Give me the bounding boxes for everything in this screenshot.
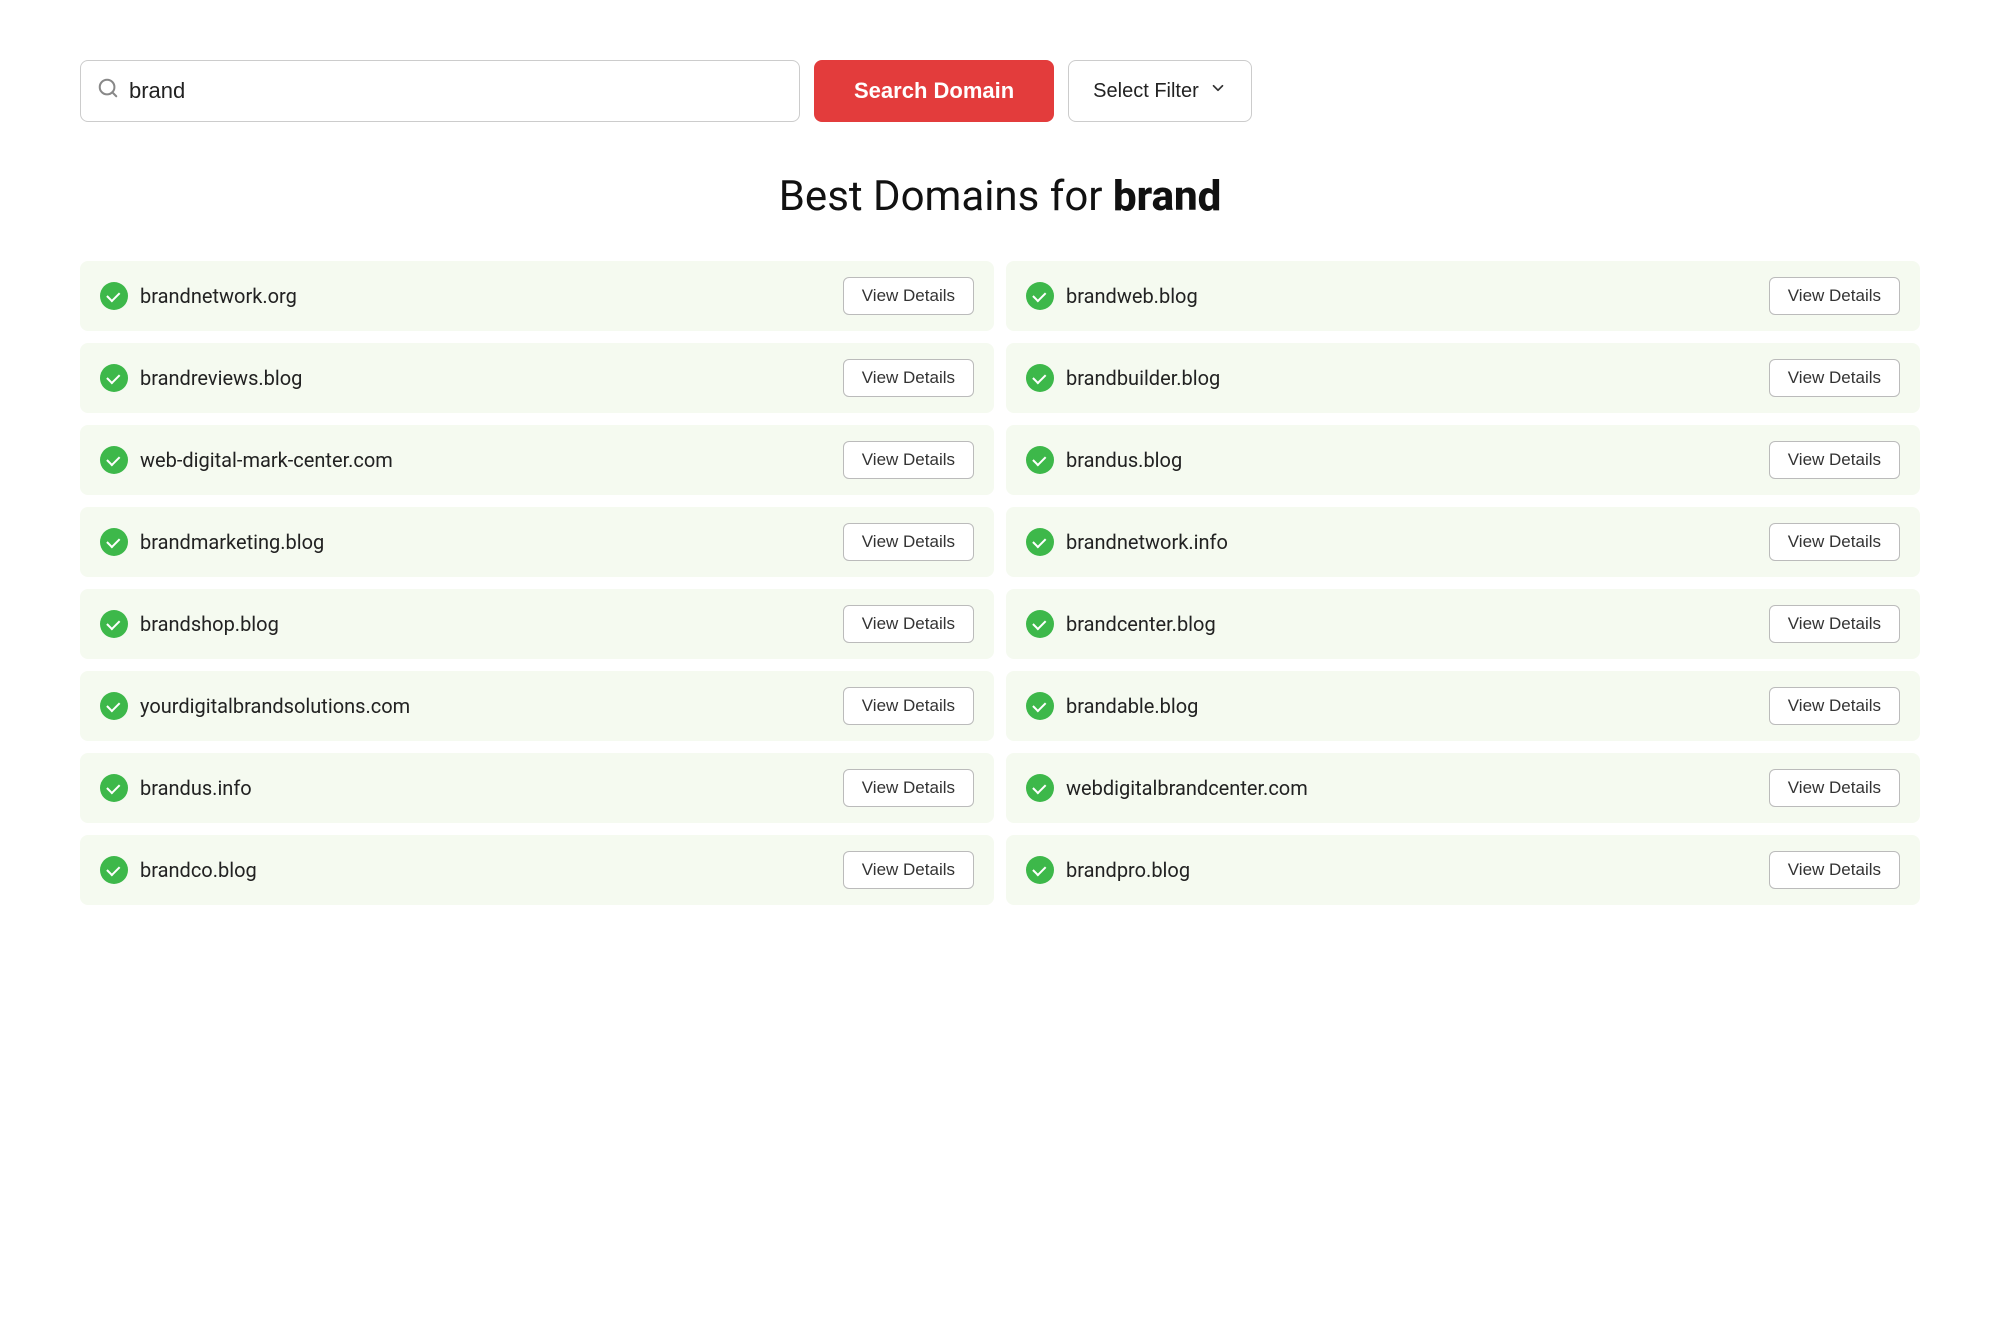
available-icon (100, 528, 128, 556)
view-details-button[interactable]: View Details (843, 359, 974, 397)
domain-name: brandable.blog (1066, 694, 1198, 718)
domain-left: brandnetwork.org (100, 282, 297, 310)
domain-name: brandreviews.blog (140, 366, 302, 390)
view-details-button[interactable]: View Details (843, 277, 974, 315)
available-icon (100, 774, 128, 802)
domain-row: brandbuilder.blog View Details (1006, 343, 1920, 413)
domain-name: brandweb.blog (1066, 284, 1198, 308)
domain-name: brandpro.blog (1066, 858, 1190, 882)
available-icon (100, 446, 128, 474)
domain-row: brandnetwork.org View Details (80, 261, 994, 331)
domain-row: brandco.blog View Details (80, 835, 994, 905)
available-icon (1026, 610, 1054, 638)
domain-name: yourdigitalbrandsolutions.com (140, 694, 410, 718)
view-details-button[interactable]: View Details (843, 523, 974, 561)
domain-grid: brandnetwork.org View Details brandweb.b… (80, 261, 1920, 905)
domain-left: brandbuilder.blog (1026, 364, 1220, 392)
available-icon (1026, 692, 1054, 720)
domain-name: brandmarketing.blog (140, 530, 324, 554)
search-icon (97, 77, 119, 105)
available-icon (100, 364, 128, 392)
view-details-button[interactable]: View Details (1769, 277, 1900, 315)
domain-name: brandus.blog (1066, 448, 1182, 472)
available-icon (1026, 528, 1054, 556)
available-icon (1026, 282, 1054, 310)
view-details-button[interactable]: View Details (1769, 687, 1900, 725)
available-icon (100, 282, 128, 310)
view-details-button[interactable]: View Details (843, 687, 974, 725)
view-details-button[interactable]: View Details (843, 769, 974, 807)
domain-left: brandable.blog (1026, 692, 1198, 720)
domain-name: brandnetwork.info (1066, 530, 1228, 554)
domain-row: brandweb.blog View Details (1006, 261, 1920, 331)
domain-left: yourdigitalbrandsolutions.com (100, 692, 410, 720)
domain-name: brandbuilder.blog (1066, 366, 1220, 390)
view-details-button[interactable]: View Details (843, 851, 974, 889)
filter-label: Select Filter (1093, 80, 1199, 103)
domain-row: brandus.blog View Details (1006, 425, 1920, 495)
domain-left: brandpro.blog (1026, 856, 1190, 884)
domain-row: brandable.blog View Details (1006, 671, 1920, 741)
domain-left: brandshop.blog (100, 610, 279, 638)
available-icon (100, 856, 128, 884)
search-bar: Search Domain Select Filter (80, 60, 1920, 122)
domain-left: brandmarketing.blog (100, 528, 324, 556)
available-icon (100, 610, 128, 638)
domain-name: brandnetwork.org (140, 284, 297, 308)
available-icon (100, 692, 128, 720)
domain-left: brandnetwork.info (1026, 528, 1228, 556)
domain-row: brandmarketing.blog View Details (80, 507, 994, 577)
domain-left: webdigitalbrandcenter.com (1026, 774, 1308, 802)
domain-left: brandcenter.blog (1026, 610, 1216, 638)
domain-name: brandus.info (140, 776, 252, 800)
domain-row: brandcenter.blog View Details (1006, 589, 1920, 659)
domain-name: brandcenter.blog (1066, 612, 1216, 636)
search-input[interactable] (129, 78, 783, 104)
view-details-button[interactable]: View Details (1769, 441, 1900, 479)
search-domain-button[interactable]: Search Domain (814, 60, 1054, 122)
domain-left: brandweb.blog (1026, 282, 1198, 310)
page-title: Best Domains for brand (80, 172, 1920, 221)
domain-name: webdigitalbrandcenter.com (1066, 776, 1308, 800)
domain-row: brandpro.blog View Details (1006, 835, 1920, 905)
domain-row: brandus.info View Details (80, 753, 994, 823)
domain-row: webdigitalbrandcenter.com View Details (1006, 753, 1920, 823)
domain-left: brandreviews.blog (100, 364, 302, 392)
domain-left: web-digital-mark-center.com (100, 446, 393, 474)
view-details-button[interactable]: View Details (1769, 523, 1900, 561)
domain-left: brandco.blog (100, 856, 257, 884)
select-filter-button[interactable]: Select Filter (1068, 60, 1252, 122)
domain-row: web-digital-mark-center.com View Details (80, 425, 994, 495)
chevron-down-icon (1209, 79, 1227, 103)
view-details-button[interactable]: View Details (1769, 359, 1900, 397)
available-icon (1026, 364, 1054, 392)
view-details-button[interactable]: View Details (1769, 605, 1900, 643)
view-details-button[interactable]: View Details (1769, 851, 1900, 889)
available-icon (1026, 856, 1054, 884)
domain-name: brandco.blog (140, 858, 257, 882)
domain-name: web-digital-mark-center.com (140, 448, 393, 472)
domain-row: brandnetwork.info View Details (1006, 507, 1920, 577)
domain-row: brandreviews.blog View Details (80, 343, 994, 413)
domain-name: brandshop.blog (140, 612, 279, 636)
search-input-wrapper (80, 60, 800, 122)
domain-row: yourdigitalbrandsolutions.com View Detai… (80, 671, 994, 741)
domain-row: brandshop.blog View Details (80, 589, 994, 659)
view-details-button[interactable]: View Details (843, 605, 974, 643)
view-details-button[interactable]: View Details (843, 441, 974, 479)
available-icon (1026, 774, 1054, 802)
domain-left: brandus.blog (1026, 446, 1182, 474)
view-details-button[interactable]: View Details (1769, 769, 1900, 807)
domain-left: brandus.info (100, 774, 252, 802)
available-icon (1026, 446, 1054, 474)
